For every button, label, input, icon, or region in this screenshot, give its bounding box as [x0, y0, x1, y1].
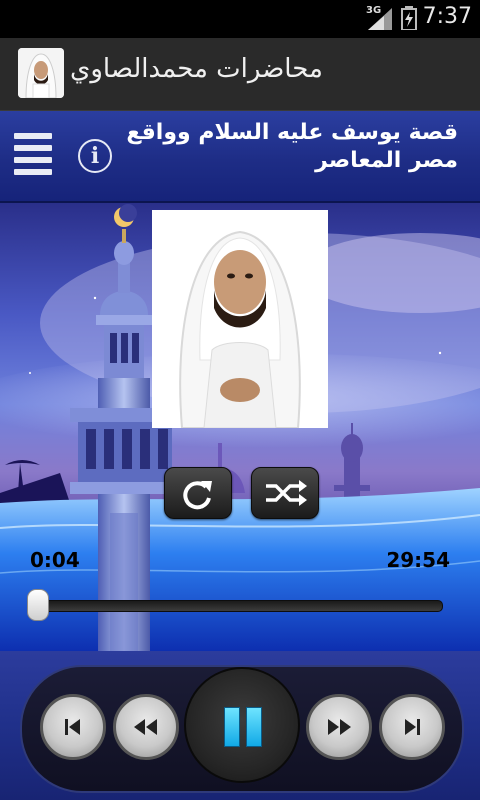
- next-button[interactable]: [379, 694, 445, 760]
- status-bar: 3G 7:37: [0, 0, 480, 38]
- now-playing-header: i قصة يوسف عليه السلام وواقع مصر المعاصر: [0, 111, 480, 203]
- pause-button[interactable]: [184, 667, 300, 783]
- hamburger-line: [14, 145, 52, 151]
- skip-next-icon: [405, 719, 420, 735]
- current-time: 0:04: [30, 548, 80, 572]
- app-avatar: [18, 48, 64, 98]
- shuffle-icon: [266, 480, 307, 506]
- network-type: 3G: [366, 5, 382, 16]
- hamburger-icon: [14, 133, 52, 139]
- fast-forward-icon: [328, 719, 351, 735]
- battery-icon: [401, 6, 417, 30]
- repeat-button[interactable]: [164, 467, 232, 519]
- pause-bar: [246, 707, 262, 747]
- fast-forward-button[interactable]: [306, 694, 372, 760]
- repeat-icon: [183, 481, 212, 510]
- hamburger-line: [14, 157, 52, 163]
- track-title: قصة يوسف عليه السلام وواقع مصر المعاصر: [126, 120, 458, 173]
- artwork-background: [0, 203, 480, 651]
- clock: 7:37: [422, 4, 472, 29]
- info-icon: i: [90, 143, 100, 169]
- pause-bar: [224, 707, 240, 747]
- rewind-icon: [134, 719, 157, 735]
- hamburger-line: [14, 169, 52, 175]
- speaker-photo: [152, 210, 328, 428]
- shuffle-button[interactable]: [251, 467, 319, 519]
- rewind-button[interactable]: [113, 694, 179, 760]
- skip-previous-icon: [65, 719, 80, 735]
- seek-bar[interactable]: [37, 600, 443, 612]
- seek-thumb[interactable]: [26, 589, 49, 621]
- total-time: 29:54: [386, 548, 450, 572]
- menu-button[interactable]: [14, 133, 52, 177]
- previous-button[interactable]: [40, 694, 106, 760]
- app-title: محاضرات محمدالصاوي: [70, 54, 323, 84]
- action-bar: محاضرات محمدالصاوي: [0, 38, 480, 111]
- info-button[interactable]: i: [78, 139, 112, 173]
